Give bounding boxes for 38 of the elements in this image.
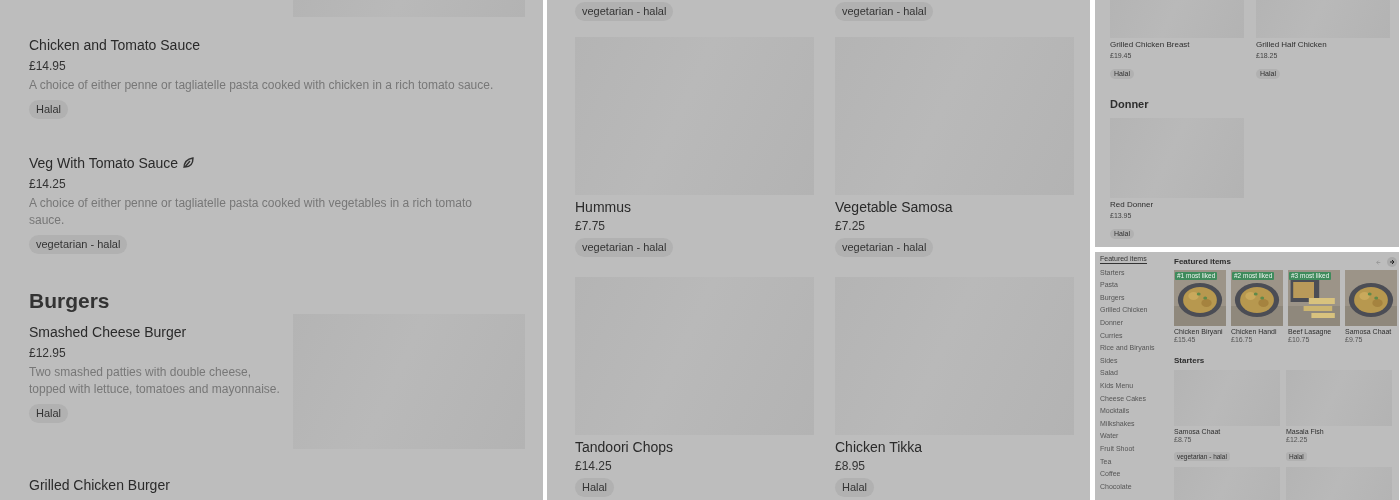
item-description: A choice of either penne or tagliatelle pasta cooked with chicken in a rich tomato sauce. <box>29 77 495 94</box>
dietary-tag: Halal <box>835 478 875 497</box>
item-price: £14.25 <box>575 458 613 474</box>
item-price: £8.95 <box>835 458 867 474</box>
section-heading: Starters <box>1174 356 1206 366</box>
item-name[interactable]: Hummus <box>575 198 814 216</box>
menu-item[interactable]: Smashed Cheese Burger £12.95 Two smashed patties with double cheese, topped with lettuce, tomatoes and mayonnaise. Halal <box>29 314 525 449</box>
section-heading: Featured items <box>1174 257 1231 267</box>
dietary-tag: Halal <box>575 478 615 497</box>
dietary-tag: vegetarian - halal <box>29 235 128 254</box>
dietary-tag: vegetarian - halal <box>575 238 674 257</box>
item-name[interactable]: Grilled Chicken Breast <box>1110 40 1244 50</box>
item-name[interactable]: Tandoori Chops <box>575 438 814 456</box>
item-price: £14.95 <box>29 58 67 74</box>
item-name[interactable]: Smashed Cheese Burger <box>29 323 187 341</box>
menu-item[interactable]: Chicken and Tomato Sauce £14.95 A choice of either penne or tagliatelle pasta cooked with chicken in a rich tomato sauce. Halal <box>29 36 525 119</box>
section-heading: Donner <box>1110 98 1150 110</box>
item-name[interactable]: Chicken and Tomato Sauce <box>29 36 200 54</box>
item-price: £14.25 <box>29 176 67 192</box>
item-price: £12.95 <box>29 345 67 361</box>
item-name[interactable]: Red Donner <box>1110 200 1244 210</box>
dietary-tag: Halal <box>29 404 69 423</box>
section-heading: Burgers <box>29 289 111 313</box>
dietary-tag: vegetarian - halal <box>835 238 934 257</box>
dietary-tag: Halal <box>29 100 69 119</box>
menu-item[interactable]: Veg With Tomato Sauce £14.25 A choice of either penne or tagliatelle pasta cooked with vegetables in a rich tomato sauce. vegetarian - halal <box>29 154 525 254</box>
item-name[interactable]: Grilled Half Chicken <box>1256 40 1390 50</box>
item-name[interactable]: Vegetable Samosa <box>835 198 1074 216</box>
item-name[interactable]: Chicken Tikka <box>835 438 1074 456</box>
next-arrow-icon[interactable] <box>1387 257 1397 267</box>
item-description: Two smashed patties with double cheese, topped with lettuce, tomatoes and mayonnaise. <box>29 364 281 398</box>
dietary-tag: vegetarian - halal <box>575 2 674 21</box>
item-name[interactable]: Veg With Tomato Sauce <box>29 154 179 172</box>
dietary-tag: vegetarian - halal <box>835 2 934 21</box>
item-price: £7.25 <box>835 218 867 234</box>
item-name[interactable]: Grilled Chicken Burger <box>29 477 170 493</box>
item-description: A choice of either penne or tagliatelle pasta cooked with vegetables in a rich tomato sauce. <box>29 195 473 229</box>
item-price: £7.75 <box>575 218 607 234</box>
